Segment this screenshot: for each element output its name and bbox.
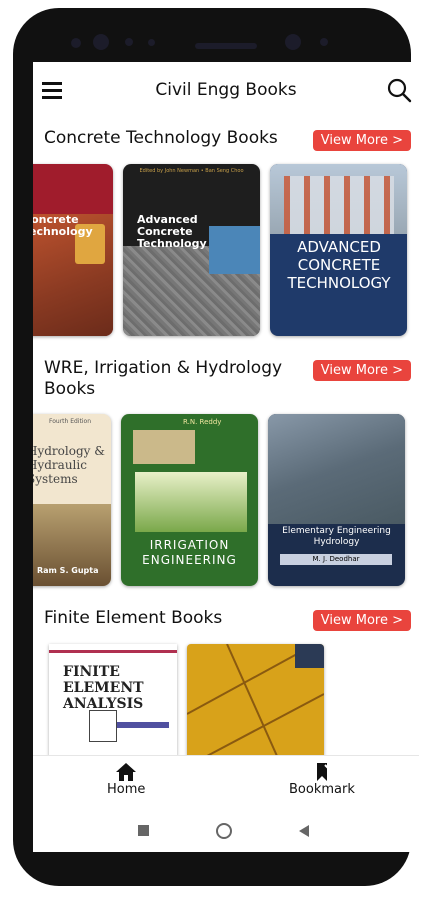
book-cover[interactable]: ADVANCED CONCRETE TECHNOLOGY xyxy=(270,164,407,336)
book-cover[interactable]: Edited by John Newman • Ban Seng Choo Ad… xyxy=(123,164,260,336)
menu-icon[interactable] xyxy=(33,70,73,110)
view-more-button[interactable]: View More > xyxy=(312,610,411,631)
book-cover[interactable]: R.N. Reddy IRRIGATION ENGINEERING xyxy=(121,414,258,586)
book-author: R.N. Reddy xyxy=(183,418,222,426)
nav-label: Home xyxy=(107,782,146,797)
book-cover[interactable]: FINITE ELEMENT ANALYSIS xyxy=(49,644,177,756)
section-finite: Finite Element Books View More > xyxy=(33,608,419,631)
bottom-nav: Home Bookmark xyxy=(33,755,419,810)
nav-home[interactable]: Home xyxy=(107,762,145,797)
recent-apps-icon[interactable] xyxy=(138,825,149,836)
bookmark-icon xyxy=(316,763,330,781)
section-title: Concrete Technology Books xyxy=(44,128,278,148)
book-cover[interactable] xyxy=(187,644,324,756)
section-title: WRE, Irrigation & Hydrology Books xyxy=(44,358,283,399)
nav-label: Bookmark xyxy=(289,782,355,797)
sensor-dot xyxy=(320,38,328,46)
book-title: FINITE ELEMENT ANALYSIS xyxy=(63,664,144,712)
search-icon[interactable] xyxy=(379,70,419,110)
home-icon xyxy=(116,763,137,781)
section-wre: WRE, Irrigation & Hydrology Books View M… xyxy=(33,358,419,400)
phone-frame: Civil Engg Books Concrete Technology Boo… xyxy=(13,8,419,886)
back-icon[interactable] xyxy=(298,824,310,838)
book-author: Ram S. Gupta xyxy=(37,566,99,575)
screen: Civil Engg Books Concrete Technology Boo… xyxy=(33,62,419,852)
view-more-button[interactable]: View More > xyxy=(312,130,411,151)
sensor-dot xyxy=(285,34,301,50)
system-nav-bar xyxy=(33,809,419,852)
home-button-icon[interactable] xyxy=(216,823,232,839)
phone-top-bezel xyxy=(13,8,411,62)
section-title: Finite Element Books xyxy=(44,608,223,628)
book-title: IRRIGATION ENGINEERING xyxy=(142,538,237,567)
sensor-dot xyxy=(148,39,155,46)
front-camera xyxy=(93,34,109,50)
book-edition: Fourth Edition xyxy=(49,418,91,425)
book-authors: Edited by John Newman • Ban Seng Choo xyxy=(139,168,244,174)
book-cover[interactable]: Elementary Engineering Hydrology M. J. D… xyxy=(268,414,405,586)
section-concrete: Concrete Technology Books View More > xyxy=(33,128,419,151)
book-title: Hydrology & Hydraulic Systems xyxy=(33,444,105,486)
book-title: Concrete Technology xyxy=(33,213,93,238)
book-title: ADVANCED CONCRETE TECHNOLOGY xyxy=(287,238,391,292)
app-bar: Civil Engg Books xyxy=(33,62,419,118)
nav-bookmark[interactable]: Bookmark xyxy=(289,762,355,797)
book-title: Advanced Concrete Technology xyxy=(137,213,207,250)
page-title: Civil Engg Books xyxy=(155,80,297,100)
book-cover[interactable]: Concrete Technology xyxy=(33,164,113,336)
book-title: Elementary Engineering Hydrology xyxy=(282,526,391,547)
book-row-wre: Fourth Edition Hydrology & Hydraulic Sys… xyxy=(33,414,405,586)
view-more-button[interactable]: View More > xyxy=(312,360,411,381)
book-row-finite: FINITE ELEMENT ANALYSIS xyxy=(49,644,324,756)
book-author: M. J. Deodhar xyxy=(280,554,392,565)
earpiece-speaker xyxy=(195,43,257,49)
book-cover-art xyxy=(187,644,324,756)
book-row-concrete: Concrete Technology Edited by John Newma… xyxy=(33,164,407,336)
book-cover[interactable]: Fourth Edition Hydrology & Hydraulic Sys… xyxy=(33,414,111,586)
sensor-dot xyxy=(125,38,133,46)
sensor-dot xyxy=(71,38,81,48)
